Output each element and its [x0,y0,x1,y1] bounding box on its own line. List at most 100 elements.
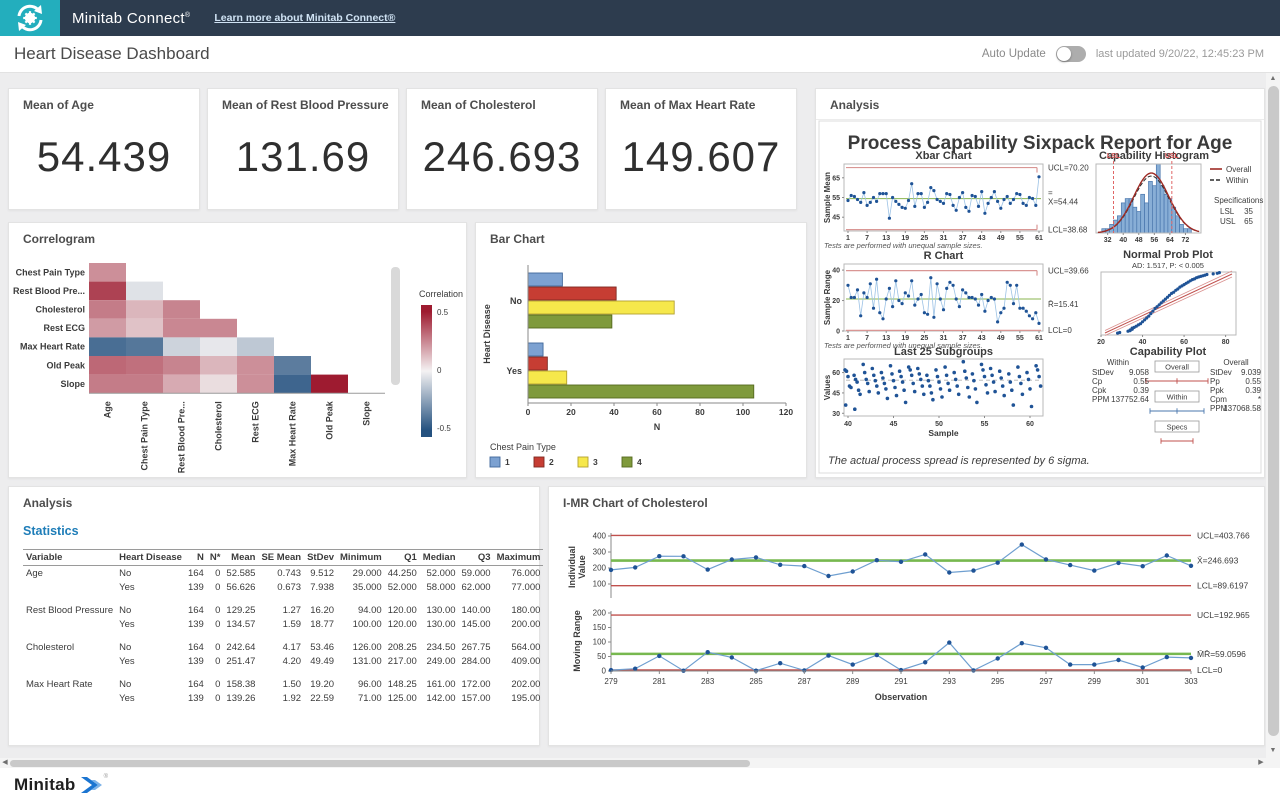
svg-text:60: 60 [1026,421,1034,428]
svg-text:45: 45 [832,215,840,222]
horizontal-scrollbar[interactable]: ◀ ▶ [0,758,1280,768]
svg-text:137752.64: 137752.64 [1111,395,1149,404]
vertical-scrollbar-thumb[interactable] [1268,86,1279,736]
svg-text:295: 295 [991,677,1005,686]
brand-title: Minitab Connect® [72,10,190,27]
kpi-card-mean-age: Mean of Age 54.439 [8,88,200,210]
vertical-scrollbar[interactable]: ▲ ▼ [1266,72,1280,758]
auto-update-toggle[interactable] [1056,46,1086,62]
svg-text:0: 0 [526,407,531,417]
svg-text:Values: Values [823,374,832,400]
svg-text:No: No [510,296,522,306]
svg-text:30: 30 [832,411,840,418]
svg-text:LSL: LSL [1107,153,1121,160]
svg-text:61: 61 [1035,235,1043,242]
svg-text:PPM: PPM [1092,395,1110,404]
svg-text:Moving Range: Moving Range [572,610,582,672]
analysis-statistics-panel: Analysis Statistics VariableHeart Diseas… [8,486,540,746]
svg-text:Cholesterol: Cholesterol [35,305,85,315]
statistics-section-link[interactable]: Statistics [23,524,79,538]
table-row: Yes139056.6260.6737.93835.00052.00058.00… [23,580,543,594]
scroll-left-arrow-icon[interactable]: ◀ [0,758,10,768]
table-row: Max Heart RateNo1640158.381.5019.2096.00… [23,677,543,691]
svg-text:Within: Within [1167,393,1188,402]
svg-text:Slope: Slope [362,401,372,426]
svg-text:X̄=246.693: X̄=246.693 [1197,556,1239,566]
imr-chart: 100200300400UCL=403.766X̄=246.693LCL=89.… [549,487,1264,745]
svg-text:289: 289 [846,677,860,686]
svg-text:9.058: 9.058 [1129,368,1150,377]
svg-text:49: 49 [997,235,1005,242]
svg-text:Ppk: Ppk [1210,386,1225,395]
svg-text:45: 45 [832,390,840,397]
svg-text:60: 60 [652,407,662,417]
svg-text:UCL=39.66: UCL=39.66 [1048,267,1089,276]
svg-text:Cp: Cp [1092,377,1103,386]
svg-text:Correlation: Correlation [419,289,463,299]
page-title: Heart Disease Dashboard [14,44,210,64]
kpi-card-mean-cholesterol: Mean of Cholesterol 246.693 [406,88,598,210]
svg-text:287: 287 [798,677,812,686]
svg-text:55: 55 [1016,235,1024,242]
svg-text:0: 0 [602,667,607,676]
scroll-down-arrow-icon[interactable]: ▼ [1266,744,1280,758]
svg-text:293: 293 [943,677,957,686]
svg-text:Old Peak: Old Peak [46,360,86,370]
svg-text:0.39: 0.39 [1245,386,1261,395]
svg-text:Slope: Slope [60,379,85,389]
kpi-value: 149.607 [606,133,796,181]
svg-text:M̄R̄=59.0596: M̄R̄=59.0596 [1197,649,1246,659]
svg-text:137068.58: 137068.58 [1223,404,1261,413]
table-row: Rest Blood PressureNo1640129.251.2716.20… [23,603,543,617]
svg-text:Rest ECG: Rest ECG [251,401,261,443]
svg-text:100: 100 [593,638,607,647]
correlogram-panel: Correlogram Chest Pain Type Rest Blood Pr… [8,222,467,478]
svg-text:48: 48 [1135,237,1143,244]
kpi-title: Mean of Cholesterol [421,98,536,112]
svg-text:LCL=89.6197: LCL=89.6197 [1197,581,1249,591]
svg-text:Within: Within [1107,358,1129,367]
table-row: AgeNo164052.5850.7439.51229.00044.25052.… [23,566,543,581]
svg-text:40: 40 [609,407,619,417]
scroll-up-arrow-icon[interactable]: ▲ [1266,72,1280,86]
svg-text:Last 25 Subgroups: Last 25 Subgroups [894,346,993,358]
panel-title: Analysis [23,496,72,510]
kpi-title: Mean of Age [23,98,94,112]
panel-title: Correlogram [23,232,95,246]
svg-text:Overall: Overall [1226,165,1252,174]
svg-text:UCL=70.20: UCL=70.20 [1048,164,1089,173]
svg-text:*: * [1258,395,1261,404]
scroll-right-arrow-icon[interactable]: ▶ [1256,758,1266,768]
svg-text:=: = [1048,189,1053,198]
svg-text:Overall: Overall [1223,358,1249,367]
svg-text:Chest Pain Type: Chest Pain Type [16,267,85,277]
svg-text:R Chart: R Chart [924,250,964,262]
learn-more-link[interactable]: Learn more about Minitab Connect® [214,12,395,24]
toggle-knob [1057,47,1071,61]
svg-text:32: 32 [1104,237,1112,244]
svg-text:Rest Blood Pre...: Rest Blood Pre... [177,401,187,473]
svg-text:Specs: Specs [1167,423,1188,432]
svg-text:0.5: 0.5 [437,308,449,317]
svg-text:Xbar Chart: Xbar Chart [915,150,972,162]
svg-text:N: N [654,422,661,432]
svg-text:LCL=38.68: LCL=38.68 [1048,226,1088,235]
sixpack-report-chart: Process Capability Sixpack Report for Ag… [816,119,1264,477]
svg-text:40: 40 [844,421,852,428]
minitab-connect-logo-icon [0,0,60,36]
footer: Minitab ® [0,768,1280,802]
svg-text:20: 20 [832,298,840,305]
kpi-value: 54.439 [9,133,199,181]
panel-title: Analysis [830,98,879,112]
footer-brand-text: Minitab [14,775,76,795]
svg-text:Pp: Pp [1210,377,1220,386]
svg-text:0: 0 [437,366,442,375]
svg-text:Age: Age [103,401,113,418]
horizontal-scrollbar-thumb[interactable] [10,760,750,767]
svg-text:40: 40 [832,268,840,275]
svg-text:283: 283 [701,677,715,686]
analysis-sixpack-panel: Analysis Process Capability Sixpack Repo… [815,88,1265,478]
svg-text:65: 65 [1244,217,1253,226]
svg-text:45: 45 [890,421,898,428]
svg-text:LCL=0: LCL=0 [1197,665,1223,675]
